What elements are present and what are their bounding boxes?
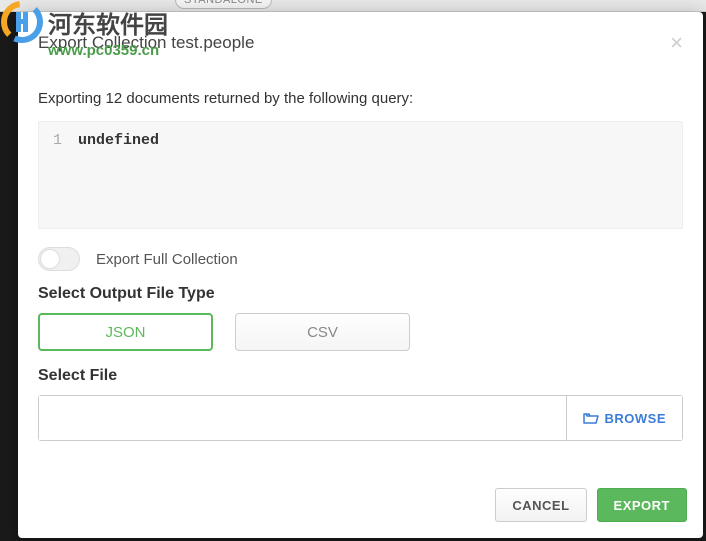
select-file-label: Select File xyxy=(38,367,683,385)
export-modal: Export Collection test.people × Exportin… xyxy=(18,12,703,538)
file-path-input[interactable] xyxy=(39,396,566,440)
code-content: undefined xyxy=(78,132,159,218)
cancel-button[interactable]: CANCEL xyxy=(495,488,586,522)
file-input-row: BROWSE xyxy=(38,395,683,441)
browse-button[interactable]: BROWSE xyxy=(566,396,683,440)
modal-body: Exporting 12 documents returned by the f… xyxy=(18,68,703,476)
standalone-tag: STANDALONE xyxy=(175,0,272,9)
browse-label: BROWSE xyxy=(605,411,667,426)
line-number: 1 xyxy=(53,132,62,218)
export-full-toggle[interactable] xyxy=(38,247,80,271)
folder-open-icon xyxy=(583,411,599,425)
toggle-row: Export Full Collection xyxy=(38,247,683,271)
csv-button[interactable]: CSV xyxy=(235,313,410,351)
background-bar: STANDALONE xyxy=(0,0,706,12)
export-button[interactable]: EXPORT xyxy=(597,488,687,522)
modal-footer: CANCEL EXPORT xyxy=(18,476,703,538)
close-button[interactable]: × xyxy=(670,32,683,54)
modal-title: Export Collection test.people xyxy=(38,33,254,53)
file-type-label: Select Output File Type xyxy=(38,285,683,303)
toggle-knob xyxy=(40,249,60,269)
query-description: Exporting 12 documents returned by the f… xyxy=(38,90,683,107)
file-type-row: JSON CSV xyxy=(38,313,683,351)
json-button[interactable]: JSON xyxy=(38,313,213,351)
modal-header: Export Collection test.people × xyxy=(18,12,703,68)
toggle-label: Export Full Collection xyxy=(96,251,238,268)
query-code-block: 1 undefined xyxy=(38,121,683,229)
